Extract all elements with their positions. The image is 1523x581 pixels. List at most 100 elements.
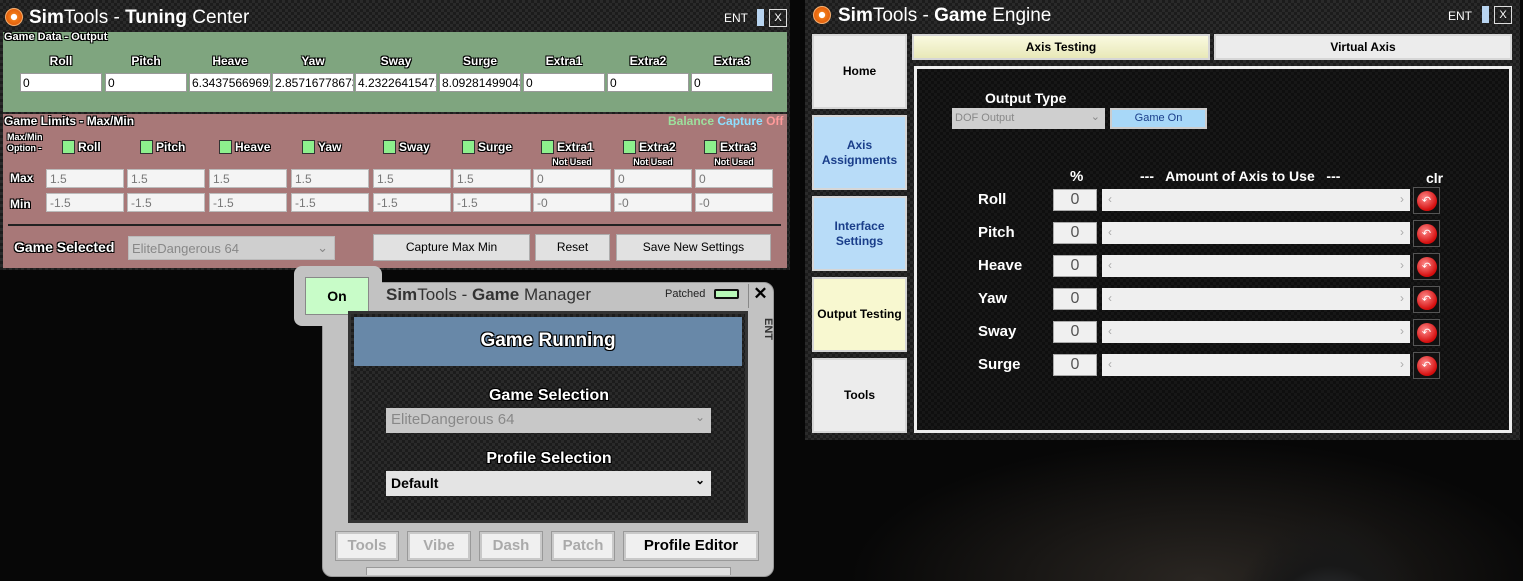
max-field[interactable]: 0 — [533, 169, 611, 188]
max-field[interactable]: 1.5 — [373, 169, 451, 188]
chevron-left-icon[interactable]: ‹ — [1108, 258, 1112, 274]
undo-icon: ↶ — [1416, 256, 1437, 277]
axis-output-field[interactable]: 8.09281499043 — [439, 73, 521, 92]
axis-option-checkbox[interactable] — [704, 140, 717, 154]
output-type-dropdown[interactable]: DOF Output ⌄ — [952, 108, 1105, 129]
game-selection-dropdown[interactable]: EliteDangerous 64 ⌄ — [386, 408, 711, 433]
axis-output-field[interactable]: 6.34375669692 — [189, 73, 271, 92]
chevron-right-icon[interactable]: › — [1400, 258, 1404, 274]
max-field[interactable]: 0 — [695, 169, 773, 188]
axis-output-field[interactable]: 0 — [607, 73, 689, 92]
tools-button[interactable]: Tools — [335, 531, 399, 561]
chevron-left-icon[interactable]: ‹ — [1108, 324, 1112, 340]
axis-option-checkbox[interactable] — [140, 140, 153, 154]
axis-amount-slider[interactable]: ‹ › — [1102, 255, 1410, 277]
clear-button[interactable]: ↶ — [1413, 352, 1440, 379]
clear-button[interactable]: ↶ — [1413, 253, 1440, 280]
axis-percent-field[interactable]: 0 — [1053, 321, 1097, 343]
chevron-right-icon[interactable]: › — [1400, 357, 1404, 373]
min-field[interactable]: -0 — [695, 193, 773, 212]
axis-output-field[interactable]: 4.23226415471 — [355, 73, 437, 92]
save-new-settings-button[interactable]: Save New Settings — [616, 234, 771, 261]
min-field[interactable]: -1.5 — [46, 193, 124, 212]
clear-button[interactable]: ↶ — [1413, 220, 1440, 247]
close-button[interactable]: ✕ — [748, 284, 772, 308]
game-selected-dropdown[interactable]: EliteDangerous 64 ⌄ — [128, 236, 335, 260]
max-field[interactable]: 0 — [614, 169, 692, 188]
max-field[interactable]: 1.5 — [46, 169, 124, 188]
axis-output-field[interactable]: 0 — [691, 73, 773, 92]
tab-virtual-axis[interactable]: Virtual Axis — [1214, 34, 1512, 60]
capture-max-min-button[interactable]: Capture Max Min — [373, 234, 530, 261]
clear-button[interactable]: ↶ — [1413, 319, 1440, 346]
mode-indicator[interactable] — [757, 9, 764, 26]
sidebar-interface-settings[interactable]: Interface Settings — [812, 196, 907, 271]
reset-button[interactable]: Reset — [535, 234, 610, 261]
max-field[interactable]: 1.5 — [127, 169, 205, 188]
axis-percent-field[interactable]: 0 — [1053, 288, 1097, 310]
balance-capture-toggle[interactable]: Balance Capture Off — [668, 114, 783, 128]
chevron-right-icon[interactable]: › — [1400, 291, 1404, 307]
simtools-logo-icon — [813, 6, 831, 24]
min-field[interactable]: -1.5 — [373, 193, 451, 212]
axis-output-field[interactable]: 0 — [20, 73, 102, 92]
axis-output-field[interactable]: 0 — [105, 73, 187, 92]
axis-percent-field[interactable]: 0 — [1053, 189, 1097, 211]
game-on-button[interactable]: Game On — [1110, 108, 1207, 129]
axis-label: Extra2 — [629, 54, 667, 68]
close-button[interactable]: X — [769, 9, 787, 27]
tab-axis-testing[interactable]: Axis Testing — [912, 34, 1210, 60]
clear-button[interactable]: ↶ — [1413, 286, 1440, 313]
axis-option-checkbox[interactable] — [541, 140, 554, 154]
section-title: Game Data - Output — [4, 31, 108, 43]
patch-button[interactable]: Patch — [551, 531, 615, 561]
axis-amount-slider[interactable]: ‹ › — [1102, 222, 1410, 244]
mode-indicator[interactable] — [1482, 6, 1489, 23]
chevron-left-icon[interactable]: ‹ — [1108, 192, 1112, 208]
chevron-right-icon[interactable]: › — [1400, 225, 1404, 241]
on-button[interactable]: On — [305, 277, 369, 315]
min-field[interactable]: -0 — [533, 193, 611, 212]
chevron-right-icon[interactable]: › — [1400, 192, 1404, 208]
axis-option-checkbox[interactable] — [623, 140, 636, 154]
axis-option-checkbox[interactable] — [383, 140, 396, 154]
axis-option-checkbox[interactable] — [462, 140, 475, 154]
axis-percent-field[interactable]: 0 — [1053, 222, 1097, 244]
min-field[interactable]: -1.5 — [453, 193, 531, 212]
max-field[interactable]: 1.5 — [453, 169, 531, 188]
resize-handle[interactable] — [366, 567, 731, 575]
axis-option-label: Sway — [399, 140, 430, 154]
chevron-right-icon[interactable]: › — [1400, 324, 1404, 340]
min-field[interactable]: -1.5 — [209, 193, 287, 212]
profile-selection-dropdown[interactable]: Default ⌄ — [386, 471, 711, 496]
max-field[interactable]: 1.5 — [291, 169, 369, 188]
axis-percent-field[interactable]: 0 — [1053, 354, 1097, 376]
min-field[interactable]: -1.5 — [291, 193, 369, 212]
axis-option-checkbox[interactable] — [62, 140, 75, 154]
sidebar-output-testing[interactable]: Output Testing — [812, 277, 907, 352]
axis-percent-field[interactable]: 0 — [1053, 255, 1097, 277]
axis-output-field[interactable]: 2.85716778673 — [272, 73, 354, 92]
chevron-left-icon[interactable]: ‹ — [1108, 357, 1112, 373]
sidebar-axis-assignments[interactable]: Axis Assignments — [812, 115, 907, 190]
chevron-left-icon[interactable]: ‹ — [1108, 291, 1112, 307]
vibe-button[interactable]: Vibe — [407, 531, 471, 561]
axis-label: Surge — [462, 54, 497, 68]
clear-button[interactable]: ↶ — [1413, 187, 1440, 214]
axis-amount-slider[interactable]: ‹ › — [1102, 321, 1410, 343]
axis-option-checkbox[interactable] — [302, 140, 315, 154]
min-field[interactable]: -1.5 — [127, 193, 205, 212]
sidebar-home[interactable]: Home — [812, 34, 907, 109]
chevron-left-icon[interactable]: ‹ — [1108, 225, 1112, 241]
sidebar-tools[interactable]: Tools — [812, 358, 907, 433]
max-field[interactable]: 1.5 — [209, 169, 287, 188]
profile-editor-button[interactable]: Profile Editor — [623, 531, 759, 561]
min-field[interactable]: -0 — [614, 193, 692, 212]
axis-output-field[interactable]: 0 — [523, 73, 605, 92]
axis-option-checkbox[interactable] — [219, 140, 232, 154]
axis-amount-slider[interactable]: ‹ › — [1102, 288, 1410, 310]
dash-button[interactable]: Dash — [479, 531, 543, 561]
axis-amount-slider[interactable]: ‹ › — [1102, 189, 1410, 211]
close-button[interactable]: X — [1494, 6, 1512, 24]
axis-amount-slider[interactable]: ‹ › — [1102, 354, 1410, 376]
